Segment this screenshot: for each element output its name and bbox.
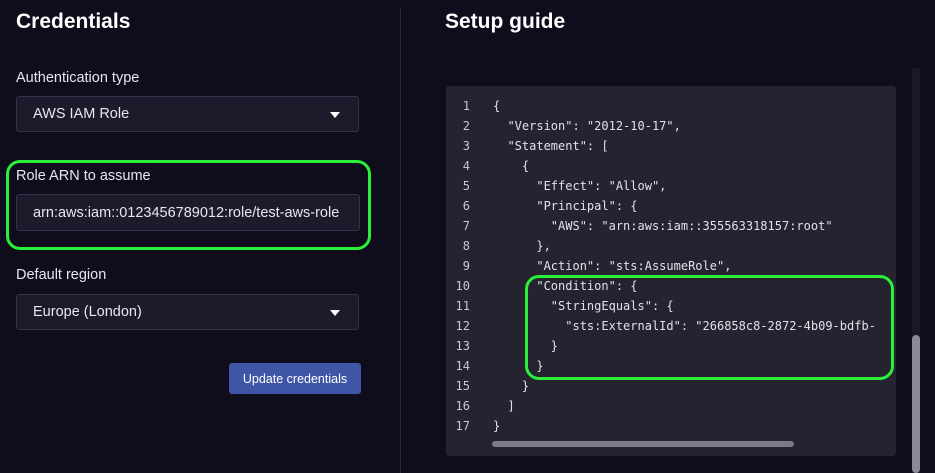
code-line: 6 "Principal": { [446,196,896,216]
code-text: "sts:ExternalId": "266858c8-2872-4b09-bd… [493,319,876,333]
line-number: 8 [462,239,470,253]
region-label: Default region [16,267,107,283]
code-text: ] [493,399,515,413]
line-number: 9 [462,259,470,273]
chevron-down-icon [330,310,340,316]
line-number: 6 [462,199,470,213]
line-number: 5 [462,179,470,193]
line-number: 11 [455,299,470,313]
line-number: 10 [455,279,470,293]
code-line: 5 "Effect": "Allow", [446,176,896,196]
role-arn-input[interactable] [16,194,360,231]
line-number: 13 [455,339,470,353]
code-text: "Principal": { [493,199,638,213]
code-text: }, [493,239,551,253]
line-number: 17 [455,419,470,433]
code-text: "Condition": { [493,279,638,293]
code-text: { [493,159,530,173]
code-text: "Statement": [ [493,139,609,153]
code-line: 11 "StringEquals": { [446,296,896,316]
code-line: 13 } [446,336,896,356]
code-line: 12 "sts:ExternalId": "266858c8-2872-4b09… [446,316,896,336]
code-line: 10 "Condition": { [446,276,896,296]
auth-type-select[interactable]: AWS IAM Role [16,96,359,132]
chevron-down-icon [330,112,340,118]
code-line: 14 } [446,356,896,376]
code-line: 17} [446,416,896,436]
vertical-scrollbar-thumb[interactable] [912,335,920,473]
setup-guide-panel: Setup guide 1{2 "Version": "2012-10-17",… [401,0,935,473]
code-line: 2 "Version": "2012-10-17", [446,116,896,136]
credentials-title: Credentials [16,10,131,33]
code-line: 3 "Statement": [ [446,136,896,156]
line-number: 1 [462,99,470,113]
code-text: } [493,379,530,393]
line-number: 2 [462,119,470,133]
code-line: 16 ] [446,396,896,416]
policy-code-block[interactable]: 1{2 "Version": "2012-10-17", 3 "Statement… [446,86,896,456]
code-text: "Version": "2012-10-17", [493,119,681,133]
line-number: 4 [462,159,470,173]
role-arn-label: Role ARN to assume [16,168,151,184]
code-text: } [493,339,559,353]
code-text: "Effect": "Allow", [493,179,667,193]
horizontal-scrollbar[interactable] [492,441,794,447]
code-text: "Action": "sts:AssumeRole", [493,259,732,273]
code-line: 1{ [446,96,896,116]
line-number: 7 [462,219,470,233]
credentials-panel: Credentials Authentication type AWS IAM … [0,0,400,473]
code-text: } [493,419,501,433]
line-number: 3 [462,139,470,153]
line-number: 16 [455,399,470,413]
code-text: { [493,99,501,113]
code-line: 9 "Action": "sts:AssumeRole", [446,256,896,276]
region-value: Europe (London) [33,304,142,320]
code-line: 7 "AWS": "arn:aws:iam::355563318157:root… [446,216,896,236]
setup-guide-title: Setup guide [445,10,566,33]
line-number: 15 [455,379,470,393]
auth-type-value: AWS IAM Role [33,106,130,122]
code-text: "StringEquals": { [493,299,674,313]
code-text: } [493,359,544,373]
region-select[interactable]: Europe (London) [16,294,359,330]
code-line: 8 }, [446,236,896,256]
code-line: 4 { [446,156,896,176]
update-credentials-button[interactable]: Update credentials [229,363,361,394]
code-text: "AWS": "arn:aws:iam::355563318157:root" [493,219,833,233]
code-line: 15 } [446,376,896,396]
line-number: 12 [455,319,470,333]
auth-type-label: Authentication type [16,70,140,86]
line-number: 14 [455,359,470,373]
